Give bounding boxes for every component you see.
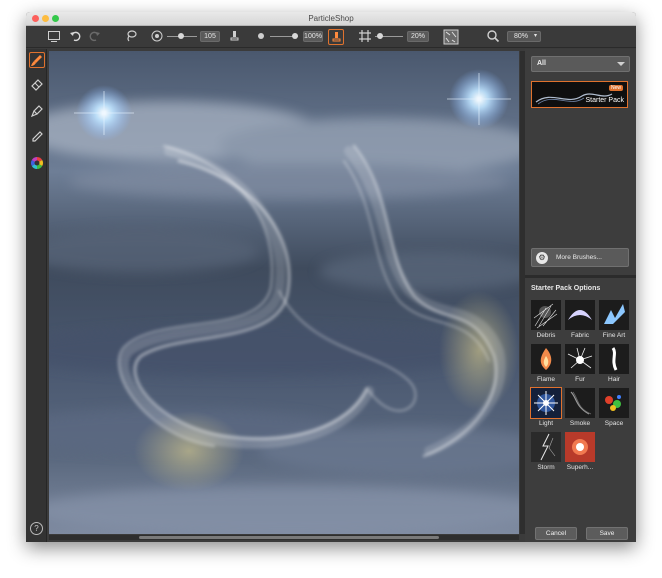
- smoke-brush-icon: [565, 388, 595, 418]
- texture-icon[interactable]: [443, 29, 459, 45]
- canvas-image: [49, 51, 519, 534]
- screen-icon[interactable]: [46, 29, 62, 45]
- eyedropper-tool-icon[interactable]: [29, 130, 45, 146]
- horizontal-scrollbar[interactable]: [49, 535, 519, 540]
- panel-divider: [525, 275, 636, 278]
- action-bar: Cancel Save: [525, 525, 636, 542]
- category-select[interactable]: All: [531, 56, 630, 72]
- brush-tool-icon[interactable]: [29, 52, 45, 68]
- lasso-icon[interactable]: [123, 29, 139, 45]
- window-title: ParticleShop: [308, 14, 354, 23]
- category-value: All: [537, 60, 546, 67]
- redo-icon[interactable]: [86, 29, 102, 45]
- fine-art-brush-icon: [599, 300, 629, 330]
- tool-sidebar: ?: [26, 49, 47, 542]
- zoom-select[interactable]: 80% ▾: [507, 31, 541, 42]
- color-wheel-icon[interactable]: [29, 156, 45, 172]
- zoom-value: 80%: [514, 33, 529, 40]
- options-title: Starter Pack Options: [531, 285, 601, 292]
- superhero-brush-icon: [565, 432, 595, 462]
- undo-icon[interactable]: [68, 29, 84, 45]
- opacity-field[interactable]: 100%: [303, 31, 323, 42]
- brush-label: Hair: [608, 376, 620, 383]
- more-brushes-label: More Brushes...: [556, 254, 602, 261]
- brush-hair[interactable]: Hair: [599, 344, 629, 386]
- pack-name: Starter Pack: [585, 97, 624, 104]
- eraser-tool-icon[interactable]: [29, 78, 45, 94]
- brush-space[interactable]: Space: [599, 388, 629, 430]
- horizontal-scrollbar-thumb[interactable]: [139, 536, 439, 539]
- painting-canvas[interactable]: [49, 51, 519, 534]
- brush-light[interactable]: Light: [530, 387, 562, 430]
- brush-flame[interactable]: Flame: [531, 344, 561, 386]
- chevron-down-icon: [617, 62, 625, 66]
- brush-fabric[interactable]: Fabric: [565, 300, 595, 342]
- grid-field[interactable]: 20%: [407, 31, 429, 42]
- cancel-button[interactable]: Cancel: [535, 527, 577, 540]
- opacity-icon: [253, 29, 269, 45]
- light-brush-icon: [530, 387, 562, 419]
- space-brush-icon: [599, 388, 629, 418]
- chevron-down-icon: ▾: [533, 33, 537, 39]
- opacity-pressure-icon[interactable]: [328, 29, 344, 45]
- brush-debris[interactable]: Debris: [531, 300, 561, 342]
- debris-brush-icon: [531, 300, 561, 330]
- gear-icon: ⚙: [536, 252, 548, 264]
- new-badge: New: [608, 85, 623, 91]
- brush-pressure-icon[interactable]: [226, 29, 242, 45]
- brush-panel: All New Starter Pack ⚙ More Brushes... S…: [525, 49, 636, 542]
- fur-brush-icon: [565, 344, 595, 374]
- storm-brush-icon: [531, 432, 561, 462]
- title-bar: ParticleShop: [26, 12, 636, 26]
- brush-label: Fine Art: [602, 332, 626, 339]
- brush-superhero[interactable]: Superh...: [565, 432, 595, 474]
- brush-smoke[interactable]: Smoke: [565, 388, 595, 430]
- brush-fur[interactable]: Fur: [565, 344, 595, 386]
- brush-size-slider-knob[interactable]: [178, 33, 184, 39]
- app-window: ParticleShop 105 100% 20% 80% ▾ ? All Ne…: [26, 12, 636, 542]
- hair-brush-icon: [599, 344, 629, 374]
- brush-storm[interactable]: Storm: [531, 432, 561, 474]
- brush-size-icon: [149, 29, 165, 45]
- starter-pack-thumbnail[interactable]: New Starter Pack: [531, 81, 628, 108]
- search-icon[interactable]: [485, 29, 501, 45]
- fabric-brush-icon: [565, 300, 595, 330]
- flame-brush-icon: [531, 344, 561, 374]
- brush-label: Superh...: [566, 464, 594, 471]
- grid-icon[interactable]: [357, 29, 373, 45]
- opacity-slider-knob[interactable]: [292, 33, 298, 39]
- brush-size-field[interactable]: 105: [200, 31, 220, 42]
- save-button[interactable]: Save: [586, 527, 628, 540]
- brush-label: Space: [604, 420, 624, 427]
- grid-slider-knob[interactable]: [377, 33, 383, 39]
- brush-fine-art[interactable]: Fine Art: [599, 300, 629, 342]
- top-toolbar: 105 100% 20% 80% ▾: [26, 26, 636, 48]
- more-brushes-button[interactable]: ⚙ More Brushes...: [531, 248, 629, 267]
- blend-tool-icon[interactable]: [29, 104, 45, 120]
- help-button[interactable]: ?: [30, 522, 43, 535]
